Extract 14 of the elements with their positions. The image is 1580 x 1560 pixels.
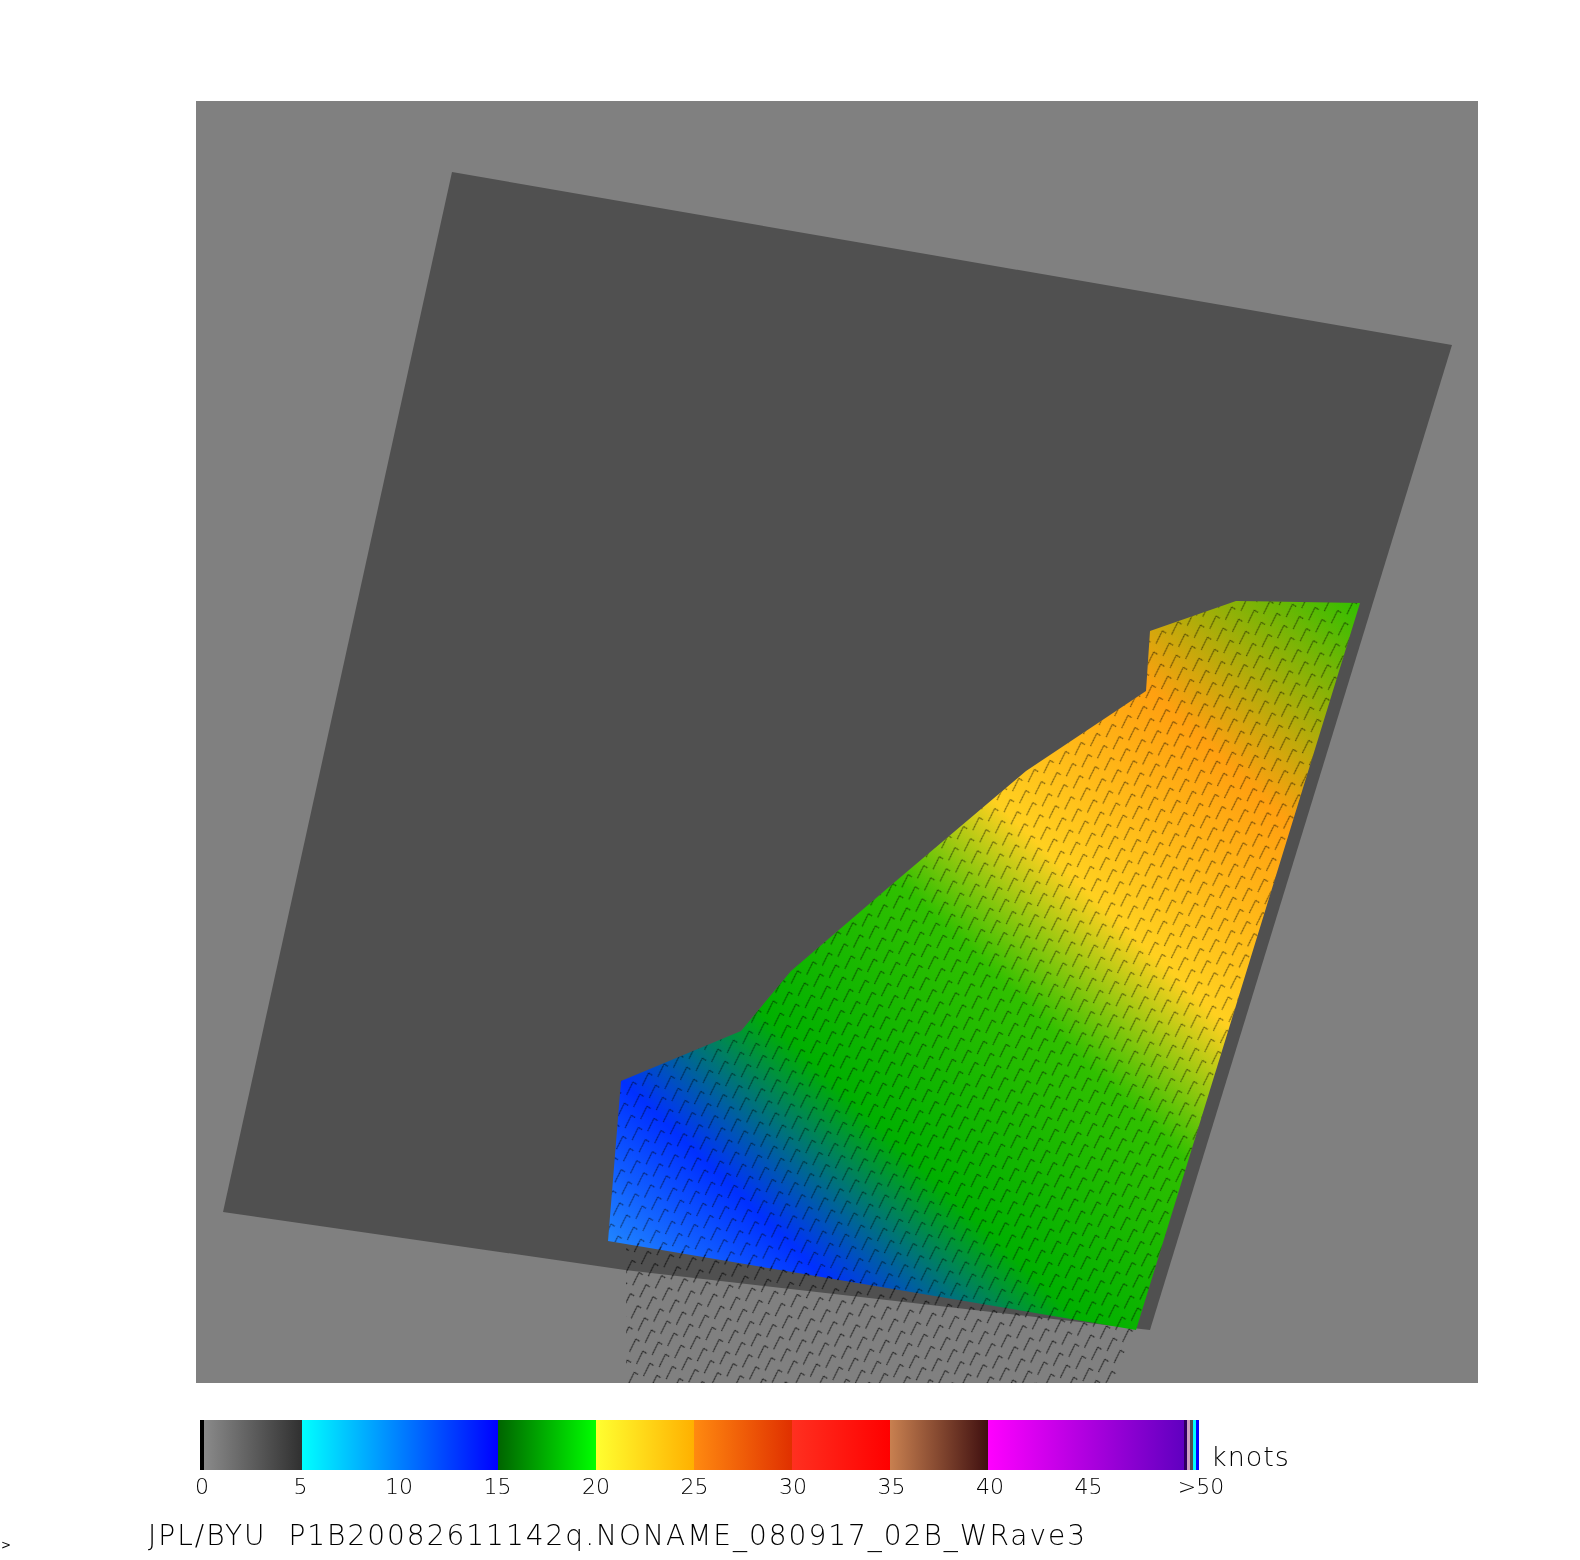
scale-tick-label: 5 — [293, 1474, 308, 1499]
scale-tick-label: 40 — [976, 1474, 1004, 1499]
scale-tick-label: 25 — [680, 1474, 709, 1499]
scale-tick-label: 45 — [1074, 1474, 1103, 1499]
scale-tick-label: 15 — [483, 1474, 512, 1499]
scale-tick-label: 30 — [779, 1474, 807, 1499]
scale-tick-label: 35 — [877, 1474, 906, 1499]
edge-mark: > — [1, 1538, 13, 1552]
scale-tick-label: 0 — [195, 1474, 209, 1499]
unit-label: knots — [1211, 1443, 1290, 1470]
caption: JPL/BYU P1B20082611142q.NONAME_080917_02B_WRave3 — [148, 1519, 1088, 1552]
scale-tick-label: 10 — [385, 1474, 413, 1499]
scale-tick-label: >50 — [1177, 1474, 1225, 1499]
scale-tick-label: 20 — [582, 1474, 610, 1499]
